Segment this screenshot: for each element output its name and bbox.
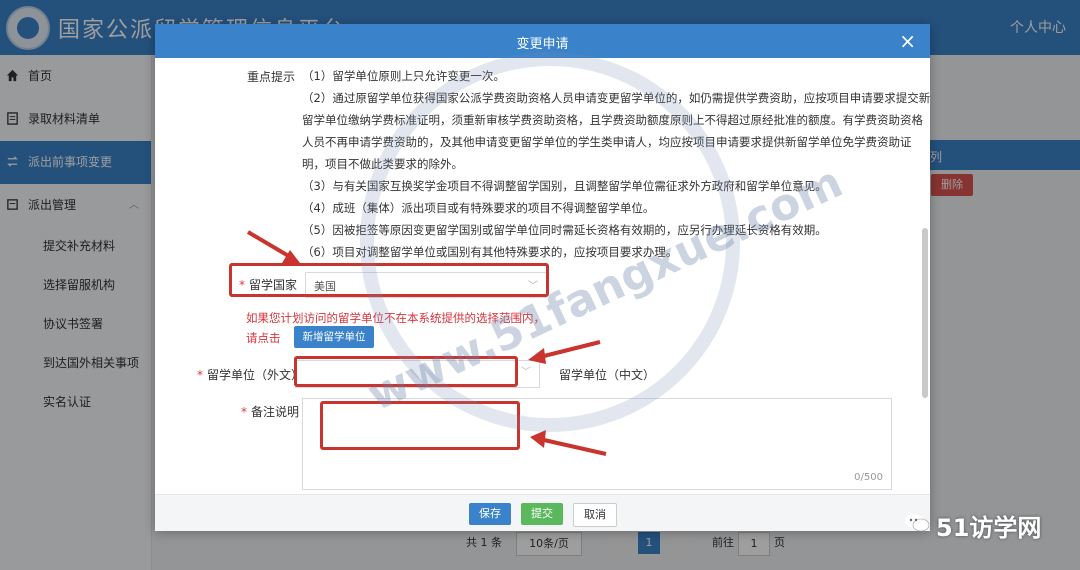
char-counter: 0/500 (854, 472, 883, 483)
brand-text: 51访学网 (936, 514, 1042, 542)
wechat-icon (905, 514, 930, 532)
key-tips-label: 重点提示 (247, 70, 296, 84)
close-icon[interactable]: × (899, 29, 916, 53)
add-unit-button[interactable]: 新增留学单位 (294, 326, 374, 348)
click-here-text: 请点击 (246, 331, 281, 345)
remarks-label-text: 备注说明 (251, 405, 300, 419)
unit-foreign-label-text: 留学单位（外文） (207, 368, 304, 382)
save-button[interactable]: 保存 (469, 503, 511, 525)
dialog-footer: 保存 提交 取消 (155, 494, 930, 531)
cancel-button[interactable]: 取消 (573, 503, 617, 527)
unit-foreign-label: * 留学单位（外文） (197, 366, 303, 383)
submit-button[interactable]: 提交 (521, 503, 563, 525)
required-mark: * (241, 405, 247, 419)
dialog-title: 变更申请 (516, 37, 569, 52)
remarks-label: * 备注说明 (241, 403, 299, 420)
scrollbar[interactable] (922, 228, 928, 398)
required-mark: * (197, 368, 203, 382)
